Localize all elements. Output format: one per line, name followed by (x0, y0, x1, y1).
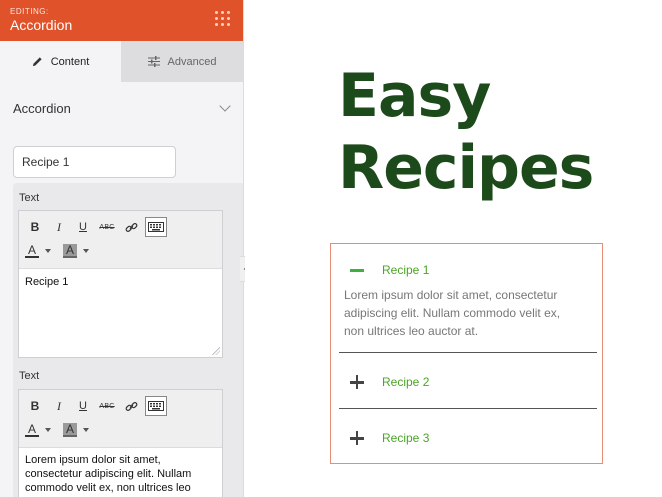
underline-button[interactable]: U (73, 217, 93, 237)
section-title: Accordion (13, 100, 71, 116)
bg-color-icon: A (63, 423, 77, 437)
caret-down-icon (83, 428, 89, 432)
bg-color-button[interactable]: A (63, 244, 89, 258)
sliders-icon (147, 56, 160, 67)
panel-tabs: Content Advanced (0, 41, 243, 82)
accordion-body-1: Lorem ipsum dolor sit amet, consectetur … (344, 288, 561, 338)
font-color-icon: A (25, 423, 39, 437)
editor-toolbar: B I U ABC A A (19, 390, 222, 448)
strikethrough-button[interactable]: ABC (97, 396, 117, 416)
editor-toolbar: B I U ABC A A (19, 211, 222, 269)
strikethrough-button[interactable]: ABC (97, 217, 117, 237)
font-color-icon: A (25, 244, 39, 258)
caret-down-icon (83, 249, 89, 253)
editing-label: EDITING: (10, 7, 49, 16)
accordion-title-1: Recipe 1 (382, 263, 430, 277)
italic-button[interactable]: I (49, 396, 69, 416)
font-color-button[interactable]: A (25, 244, 51, 258)
underline-button[interactable]: U (73, 396, 93, 416)
accordion-section-header[interactable]: Accordion (0, 82, 243, 134)
bold-button[interactable]: B (25, 396, 45, 416)
text-editor-1: B I U ABC A A Recipe 1 (18, 210, 223, 358)
heading-line-2: Recipes (338, 133, 594, 203)
bold-button[interactable]: B (25, 217, 45, 237)
editor-content-1[interactable]: Recipe 1 (19, 269, 222, 295)
resize-handle-icon[interactable] (212, 347, 220, 355)
item-card: Text B I U ABC A A Recipe 1 Text B I U A… (13, 183, 243, 497)
accordion-toggle-3[interactable]: Recipe 3 (339, 428, 597, 448)
preview-canvas: Easy Recipes Recipe 1 Lorem ipsum dolor … (245, 0, 662, 497)
font-color-button[interactable]: A (25, 423, 51, 437)
plus-icon (350, 375, 364, 389)
text-field-label-2: Text (19, 370, 40, 382)
accordion-toggle-1[interactable]: Recipe 1 (339, 260, 597, 280)
tab-content-label: Content (50, 55, 90, 68)
editor-content-2[interactable]: Lorem ipsum dolor sit amet, consectetur … (19, 448, 222, 497)
accordion-divider (339, 352, 597, 353)
tab-advanced-label: Advanced (167, 55, 217, 68)
editor-panel: EDITING: Accordion Content Advanced Acco… (0, 0, 244, 497)
item-title-input[interactable] (13, 146, 176, 178)
pencil-icon (32, 57, 42, 67)
caret-down-icon (45, 428, 51, 432)
grid-menu-icon[interactable] (215, 11, 231, 27)
accordion-widget: Recipe 1 Lorem ipsum dolor sit amet, con… (330, 243, 603, 464)
accordion-title-2: Recipe 2 (382, 375, 430, 389)
accordion-toggle-2[interactable]: Recipe 2 (339, 372, 597, 392)
accordion-item-1: Recipe 1 Lorem ipsum dolor sit amet, con… (339, 260, 597, 340)
italic-button[interactable]: I (49, 217, 69, 237)
plus-icon (350, 431, 364, 445)
bg-color-button[interactable]: A (63, 423, 89, 437)
accordion-title-3: Recipe 3 (382, 431, 430, 445)
accordion-divider (339, 408, 597, 409)
keyboard-icon[interactable] (145, 396, 167, 416)
panel-title: Accordion (10, 17, 73, 33)
caret-down-icon (45, 249, 51, 253)
accordion-item-3: Recipe 3 (339, 428, 597, 448)
page-heading: Easy Recipes (338, 60, 594, 204)
link-icon[interactable] (121, 396, 141, 416)
bg-color-icon: A (63, 244, 77, 258)
minus-icon (350, 263, 364, 277)
text-field-label-1: Text (19, 192, 40, 204)
tab-content[interactable]: Content (0, 41, 121, 82)
chevron-down-icon (219, 100, 231, 112)
tab-advanced[interactable]: Advanced (121, 41, 243, 82)
link-icon[interactable] (121, 217, 141, 237)
text-editor-2: B I U ABC A A Lorem ipsum dolor sit amet… (18, 389, 223, 497)
panel-header: EDITING: Accordion (0, 0, 243, 41)
accordion-item-2: Recipe 2 (339, 372, 597, 392)
page-builder: EDITING: Accordion Content Advanced Acco… (0, 0, 662, 497)
heading-line-1: Easy (338, 61, 491, 131)
keyboard-icon[interactable] (145, 217, 167, 237)
